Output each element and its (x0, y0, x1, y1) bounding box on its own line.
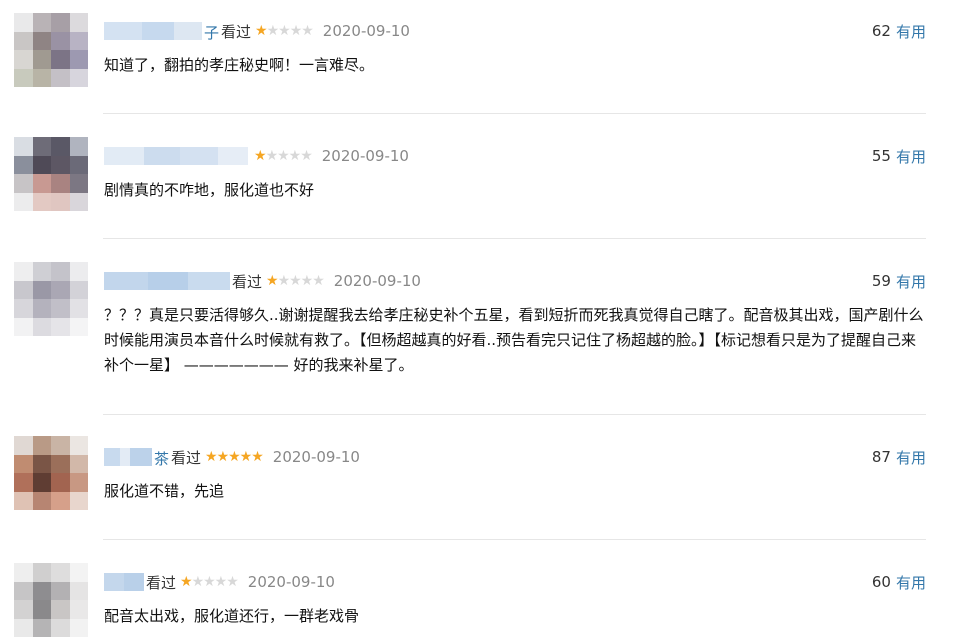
username-link[interactable] (104, 147, 248, 165)
vote-count: 55 有用 (871, 146, 926, 167)
comment-meta: 看过 ★★★★★ 2020-09-10 (104, 270, 421, 292)
comment-meta: 茶 看过 ★★★★★ 2020-09-10 (104, 446, 360, 468)
watch-status: 看过 (221, 22, 252, 41)
vote-count: 60 有用 (871, 572, 926, 593)
useful-button[interactable]: 有用 (896, 447, 926, 468)
comment-date: 2020-09-10 (272, 448, 360, 466)
divider (103, 238, 926, 239)
useful-button[interactable]: 有用 (896, 572, 926, 593)
vote-count: 87 有用 (871, 447, 926, 468)
comment-text: ？？？真是只要活得够久..谢谢提醒我去给孝庄秘史补个五星，看到短折而死我真觉得自… (104, 306, 924, 374)
rating-stars: ★★★★★ (255, 23, 314, 39)
vote-count: 62 有用 (871, 21, 926, 42)
divider (103, 414, 926, 415)
comment-text: 服化道不错，先追 (104, 482, 225, 500)
comment-date: 2020-09-10 (247, 573, 335, 591)
divider (103, 539, 926, 540)
comment-text: 知道了，翻拍的孝庄秘史啊！一言难尽。 (104, 56, 375, 74)
username-link[interactable]: 茶 (104, 448, 169, 468)
useful-button[interactable]: 有用 (896, 271, 926, 292)
comment-date: 2020-09-10 (322, 22, 410, 40)
comment-date: 2020-09-10 (333, 272, 421, 290)
rating-stars: ★★★★★ (180, 574, 239, 590)
rating-stars: ★★★★★ (205, 449, 264, 465)
comment-date: 2020-09-10 (321, 147, 409, 165)
username-link[interactable]: 子 (104, 22, 219, 42)
comment-text: 剧情真的不咋地，服化道也不好 (104, 181, 315, 199)
username-link[interactable] (104, 573, 144, 591)
comment-meta: 看过 ★★★★★ 2020-09-10 (104, 571, 335, 593)
watch-status: 看过 (232, 272, 263, 291)
avatar[interactable] (14, 137, 88, 211)
avatar[interactable] (14, 563, 88, 637)
watch-status: 看过 (146, 573, 177, 592)
useful-button[interactable]: 有用 (896, 146, 926, 167)
rating-stars: ★★★★★ (254, 148, 313, 164)
avatar[interactable] (14, 262, 88, 336)
divider (103, 113, 926, 114)
comment-text: 配音太出戏，服化道还行，一群老戏骨 (104, 607, 360, 625)
rating-stars: ★★★★★ (266, 273, 325, 289)
useful-button[interactable]: 有用 (896, 21, 926, 42)
comment-meta: ★★★★★ 2020-09-10 (104, 145, 409, 167)
avatar[interactable] (14, 13, 88, 87)
username-link[interactable] (104, 272, 230, 290)
avatar[interactable] (14, 436, 88, 510)
vote-count: 59 有用 (871, 271, 926, 292)
comment-meta: 子 看过 ★★★★★ 2020-09-10 (104, 20, 410, 42)
watch-status: 看过 (171, 448, 202, 467)
